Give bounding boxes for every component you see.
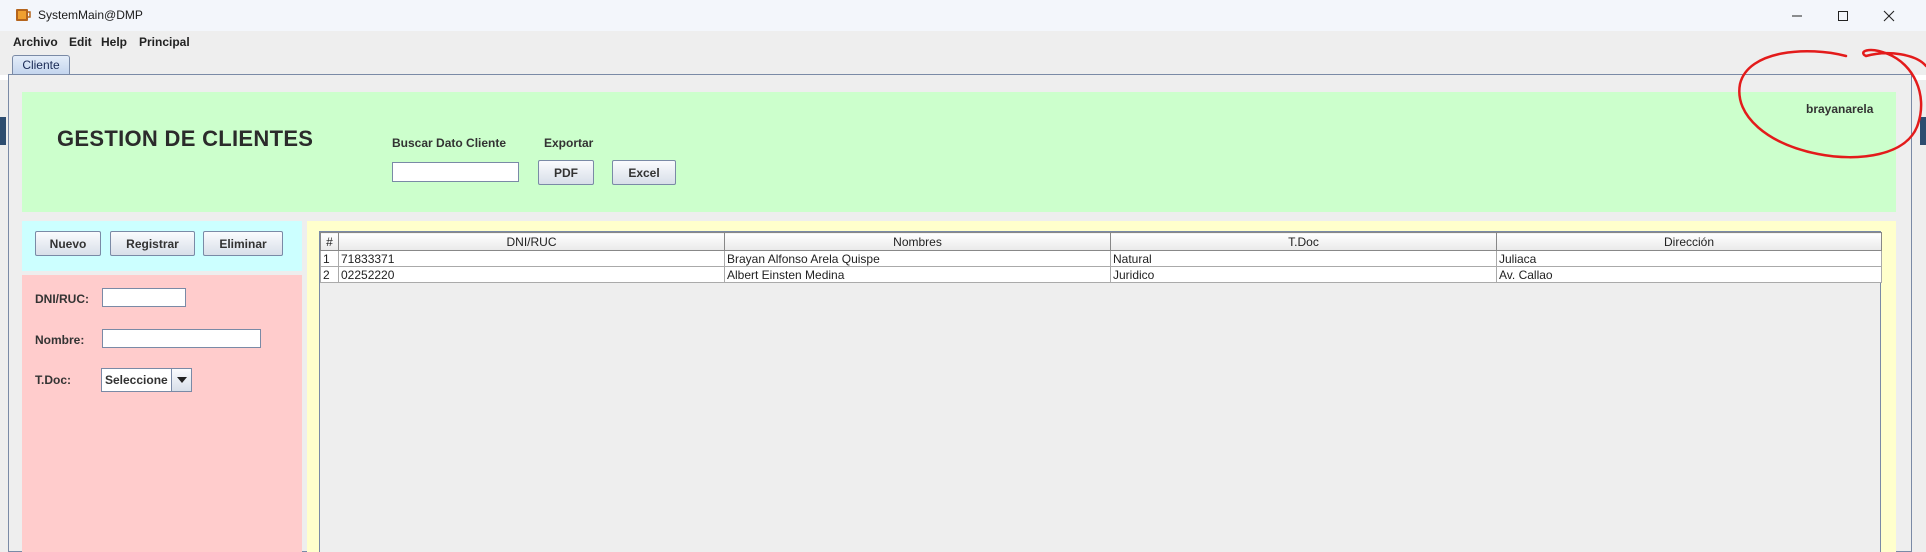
cell-number[interactable]: 2 — [320, 266, 339, 283]
tdoc-select[interactable]: Seleccione — [101, 368, 192, 392]
cell-direccion[interactable]: Juliaca — [1496, 250, 1882, 267]
export-label: Exportar — [544, 136, 594, 150]
client-table-scrollpane: # DNI/RUC Nombres T.Doc Dirección 1 7183… — [319, 231, 1882, 552]
column-header-tdoc[interactable]: T.Doc — [1110, 232, 1497, 251]
cell-tdoc[interactable]: Juridico — [1110, 266, 1497, 283]
search-label: Buscar Dato Cliente — [392, 136, 507, 150]
table-row[interactable]: 1 71833371 Brayan Alfonso Arela Quispe N… — [320, 250, 1882, 267]
excel-button[interactable]: Excel — [612, 160, 676, 185]
table-header-row: # DNI/RUC Nombres T.Doc Dirección — [320, 232, 1882, 251]
dni-input[interactable] — [102, 288, 186, 307]
page-title: GESTION DE CLIENTES — [57, 126, 314, 151]
column-header-number[interactable]: # — [320, 232, 339, 251]
dropdown-arrow-icon[interactable] — [171, 369, 191, 391]
cell-tdoc[interactable]: Natural — [1110, 250, 1497, 267]
cell-nombres[interactable]: Albert Einsten Medina — [724, 266, 1111, 283]
cell-direccion[interactable]: Av. Callao — [1496, 266, 1882, 283]
left-edge-marker — [0, 117, 6, 145]
minimize-icon — [1792, 15, 1802, 16]
tab-cliente[interactable]: Cliente — [12, 55, 70, 74]
header-panel: GESTION DE CLIENTES Buscar Dato Cliente … — [22, 92, 1896, 212]
title-bar: SystemMain@DMP — [0, 0, 1926, 31]
maximize-icon — [1838, 10, 1848, 21]
column-header-nombres[interactable]: Nombres — [724, 232, 1111, 251]
nombre-input[interactable] — [102, 329, 261, 348]
close-button[interactable] — [1866, 0, 1912, 31]
tdoc-label: T.Doc: — [35, 373, 71, 387]
table-panel: # DNI/RUC Nombres T.Doc Dirección 1 7183… — [307, 221, 1896, 552]
minimize-button[interactable] — [1774, 0, 1820, 31]
cell-number[interactable]: 1 — [320, 250, 339, 267]
dni-label: DNI/RUC: — [35, 292, 89, 306]
eliminar-button[interactable]: Eliminar — [203, 231, 283, 256]
client-table: # DNI/RUC Nombres T.Doc Dirección 1 7183… — [320, 232, 1882, 283]
close-icon — [1883, 10, 1895, 21]
java-cup-icon — [16, 9, 31, 21]
tdoc-selected-value: Seleccione — [105, 373, 168, 387]
client-form-panel: DNI/RUC: Nombre: T.Doc: Seleccione — [22, 275, 302, 552]
menu-principal[interactable]: Principal — [139, 35, 190, 49]
cell-nombres[interactable]: Brayan Alfonso Arela Quispe — [724, 250, 1111, 267]
window-title: SystemMain@DMP — [38, 8, 143, 22]
menu-archivo[interactable]: Archivo — [13, 35, 58, 49]
menu-help[interactable]: Help — [101, 35, 127, 49]
pdf-button[interactable]: PDF — [538, 160, 594, 185]
search-input[interactable] — [392, 162, 519, 182]
table-row[interactable]: 2 02252220 Albert Einsten Medina Juridic… — [320, 266, 1882, 283]
column-header-direccion[interactable]: Dirección — [1496, 232, 1882, 251]
red-annotation-circle — [1738, 48, 1926, 159]
nuevo-button[interactable]: Nuevo — [35, 231, 101, 256]
nombre-label: Nombre: — [35, 333, 85, 347]
cell-dni-ruc[interactable]: 02252220 — [338, 266, 725, 283]
action-button-panel: Nuevo Registrar Eliminar — [22, 221, 302, 271]
maximize-button[interactable] — [1820, 0, 1866, 31]
menu-edit[interactable]: Edit — [69, 35, 92, 49]
menu-bar: Archivo Edit Help Principal — [0, 31, 1926, 53]
tab-strip: Cliente — [0, 53, 1926, 75]
column-header-dni-ruc[interactable]: DNI/RUC — [338, 232, 725, 251]
left-edge — [0, 80, 8, 552]
cell-dni-ruc[interactable]: 71833371 — [338, 250, 725, 267]
registrar-button[interactable]: Registrar — [110, 231, 195, 256]
